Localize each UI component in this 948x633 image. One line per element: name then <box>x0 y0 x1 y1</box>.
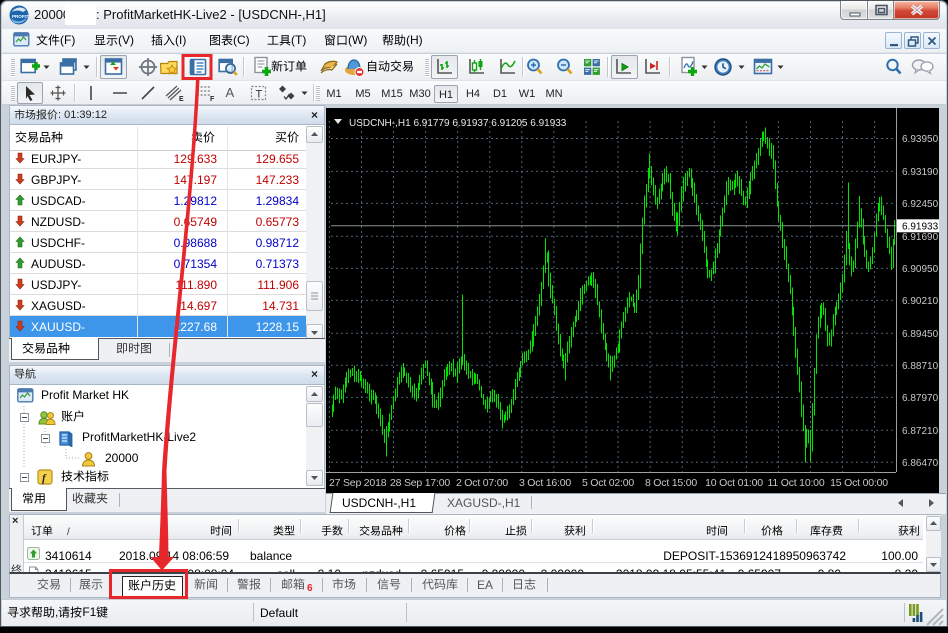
svg-text:6.89450: 6.89450 <box>902 329 939 340</box>
svg-text:6.90210: 6.90210 <box>902 296 939 307</box>
svg-text:A: A <box>226 85 235 100</box>
svg-text:6.93950: 6.93950 <box>902 134 939 145</box>
svg-text:T: T <box>256 89 263 101</box>
svg-text:15 Oct 00:00: 15 Oct 00:00 <box>830 477 888 489</box>
svg-text:6.93190: 6.93190 <box>902 167 939 178</box>
svg-text:F: F <box>210 96 215 103</box>
svg-text:6.87210: 6.87210 <box>902 426 939 437</box>
svg-text:USDCNH-,H1 6.91779 6.91937 6.: USDCNH-,H1 6.91779 6.91937 6.91205 6.919… <box>349 118 567 129</box>
svg-text:27 Sep 2018: 27 Sep 2018 <box>329 477 387 489</box>
svg-text:2 Oct 07:00: 2 Oct 07:00 <box>456 477 508 489</box>
svg-text:6.86470: 6.86470 <box>902 458 939 469</box>
svg-text:6.92450: 6.92450 <box>902 199 939 210</box>
svg-text:8 Oct 15:00: 8 Oct 15:00 <box>645 477 697 489</box>
svg-text:6.91690: 6.91690 <box>902 232 939 243</box>
svg-text:6.90950: 6.90950 <box>902 264 939 275</box>
svg-text:28 Sep 17:00: 28 Sep 17:00 <box>390 477 450 489</box>
svg-text:11 Oct 10:00: 11 Oct 10:00 <box>768 477 825 489</box>
svg-text:6.87970: 6.87970 <box>902 393 939 404</box>
svg-text:3 Oct 16:00: 3 Oct 16:00 <box>519 477 571 489</box>
svg-text:6.88710: 6.88710 <box>902 361 939 372</box>
svg-text:5 Oct 02:00: 5 Oct 02:00 <box>582 477 634 489</box>
svg-text:10 Oct 01:00: 10 Oct 01:00 <box>705 477 763 489</box>
svg-text:E: E <box>179 96 184 103</box>
svg-text:6.91933: 6.91933 <box>902 222 939 233</box>
svg-text:PROFIT: PROFIT <box>12 14 29 19</box>
